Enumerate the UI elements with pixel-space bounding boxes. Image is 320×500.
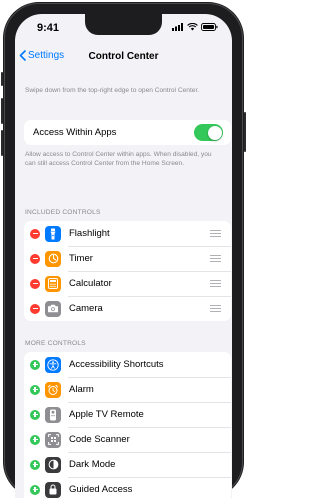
calculator-icon xyxy=(45,275,61,292)
battery-icon xyxy=(201,23,218,31)
camera-icon xyxy=(45,300,61,317)
screen: 9:41 Settings Control Center Swipe down … xyxy=(15,14,232,498)
flashlight-icon xyxy=(45,225,61,242)
tv-remote-icon xyxy=(45,406,61,423)
list-item[interactable]: Alarm xyxy=(24,377,231,402)
list-item[interactable]: Calculator xyxy=(24,271,231,296)
control-label: Code Scanner xyxy=(69,434,130,445)
dark-mode-icon xyxy=(45,456,61,473)
access-within-apps-group: Access Within Apps xyxy=(24,120,231,145)
add-control-button[interactable] xyxy=(30,409,40,420)
more-controls-header: MORE CONTROLS xyxy=(25,340,86,347)
list-item[interactable]: Apple TV Remote xyxy=(24,402,231,427)
included-controls-list: Flashlight Timer Calculator Camera xyxy=(24,221,231,321)
add-control-button[interactable] xyxy=(30,359,40,370)
included-controls-header: INCLUDED CONTROLS xyxy=(25,209,101,216)
access-within-apps-row: Access Within Apps xyxy=(24,120,231,145)
reorder-handle-icon[interactable] xyxy=(210,255,221,262)
status-time: 9:41 xyxy=(37,22,60,34)
intro-description: Swipe down from the top-right edge to op… xyxy=(25,87,200,94)
qr-code-icon xyxy=(45,431,61,448)
list-item[interactable]: Camera xyxy=(24,296,231,321)
control-label: Camera xyxy=(69,303,103,314)
list-item[interactable]: Code Scanner xyxy=(24,427,231,452)
navigation-bar: Settings Control Center xyxy=(15,46,232,72)
list-item[interactable]: Guided Access xyxy=(24,477,231,498)
remove-control-button[interactable] xyxy=(30,228,40,239)
add-control-button[interactable] xyxy=(30,434,40,445)
add-control-button[interactable] xyxy=(30,384,40,395)
control-label: Accessibility Shortcuts xyxy=(69,359,164,370)
access-within-apps-toggle[interactable] xyxy=(194,124,223,141)
cellular-signal-icon xyxy=(172,23,183,31)
power-button xyxy=(244,112,246,152)
access-within-apps-label: Access Within Apps xyxy=(33,127,117,138)
status-icons xyxy=(172,23,218,31)
control-label: Guided Access xyxy=(69,484,133,495)
wifi-icon xyxy=(187,23,198,31)
accessibility-icon xyxy=(45,356,61,373)
list-item[interactable]: Timer xyxy=(24,246,231,271)
remove-control-button[interactable] xyxy=(30,253,40,264)
iphone-frame: 9:41 Settings Control Center Swipe down … xyxy=(1,2,246,498)
control-label: Dark Mode xyxy=(69,459,116,470)
add-control-button[interactable] xyxy=(30,459,40,470)
page-title: Control Center xyxy=(88,51,159,62)
remove-control-button[interactable] xyxy=(30,303,40,314)
status-bar: 9:41 xyxy=(15,14,232,40)
list-item[interactable]: Accessibility Shortcuts xyxy=(24,352,231,377)
timer-icon xyxy=(45,250,61,267)
reorder-handle-icon[interactable] xyxy=(210,305,221,312)
more-controls-list: Accessibility Shortcuts Alarm Apple TV R… xyxy=(24,352,231,498)
reorder-handle-icon[interactable] xyxy=(210,280,221,287)
reorder-handle-icon[interactable] xyxy=(210,230,221,237)
volume-down-button xyxy=(1,130,3,156)
add-control-button[interactable] xyxy=(30,484,40,495)
volume-up-button xyxy=(1,98,3,124)
list-item[interactable]: Dark Mode xyxy=(24,452,231,477)
control-label: Alarm xyxy=(69,384,94,395)
access-within-apps-footer: Allow access to Control Center within ap… xyxy=(25,151,212,167)
control-label: Calculator xyxy=(69,278,112,289)
guided-access-icon xyxy=(45,481,61,498)
control-label: Flashlight xyxy=(69,228,110,239)
control-label: Apple TV Remote xyxy=(69,409,144,420)
list-item[interactable]: Flashlight xyxy=(24,221,231,246)
mute-switch xyxy=(1,72,3,86)
control-label: Timer xyxy=(69,253,93,264)
alarm-icon xyxy=(45,381,61,398)
remove-control-button[interactable] xyxy=(30,278,40,289)
